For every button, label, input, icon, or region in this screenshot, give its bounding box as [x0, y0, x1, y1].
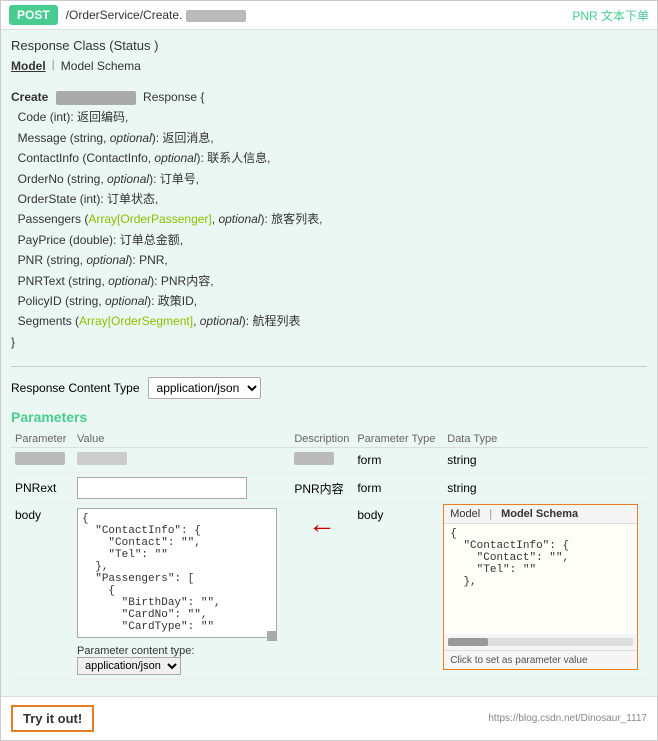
- create-label: Create: [11, 90, 48, 104]
- schema-code: { "ContactInfo": { "Contact": "", "Tel":…: [450, 528, 631, 588]
- tab-model-schema[interactable]: Model Schema: [61, 57, 141, 75]
- data-type-1: string: [443, 448, 647, 473]
- model-tabs: Model | Model Schema: [11, 57, 647, 75]
- field-pnr: PNR (string, optional): PNR,: [18, 253, 168, 267]
- param-content-type-select[interactable]: application/json: [77, 657, 181, 675]
- click-to-set-label[interactable]: Click to set as parameter value: [450, 655, 587, 666]
- param-name-pnrtext: PNRext: [11, 473, 73, 504]
- param-type-1: form: [353, 448, 443, 473]
- content-type-label: Response Content Type: [11, 381, 140, 395]
- col-value: Value: [73, 431, 290, 448]
- field-payprice: PayPrice (double): 订单总金额,: [18, 233, 183, 247]
- field-message: Message (string, optional): 返回消息,: [18, 131, 214, 145]
- col-data-type: Data Type: [443, 431, 647, 448]
- arrow-cell: ←: [290, 504, 353, 680]
- path-blur: [186, 10, 246, 22]
- field-orderstate: OrderState (int): 订单状态,: [18, 192, 159, 206]
- main-content: Response Class (Status ) Model | Model S…: [1, 30, 657, 696]
- col-description: Description: [290, 431, 353, 448]
- body-code-editor-wrap: { "ContactInfo": { "Contact": "", "Tel":…: [77, 508, 277, 641]
- schema-tab-sep: |: [489, 508, 492, 520]
- field-policyid: PolicyID (string, optional): 政策ID,: [18, 294, 197, 308]
- endpoint-path: /OrderService/Create.: [66, 8, 565, 22]
- field-segments: Segments (Array[OrderSegment], optional)…: [18, 314, 301, 328]
- field-contactinfo: ContactInfo (ContactInfo, optional): 联系人…: [18, 151, 271, 165]
- header-bar: POST /OrderService/Create. PNR 文本下单: [1, 1, 657, 30]
- pnr-label: PNR 文本下单: [572, 7, 649, 24]
- schema-tab-model-schema[interactable]: Model Schema: [501, 508, 578, 520]
- try-it-out-button[interactable]: Try it out!: [11, 705, 94, 732]
- data-type-pnrtext: string: [443, 473, 647, 504]
- editor-resize-handle[interactable]: [267, 631, 277, 641]
- param-desc-pnrtext: PNR内容: [290, 473, 353, 504]
- param-value-blur-1: [77, 452, 127, 465]
- field-code: Code (int): 返回编码,: [18, 110, 129, 124]
- params-table: Parameter Value Description Parameter Ty…: [11, 431, 647, 680]
- schema-scrollbar-h[interactable]: [448, 638, 633, 646]
- pnrtext-input[interactable]: [77, 477, 247, 499]
- body-code-editor[interactable]: { "ContactInfo": { "Contact": "", "Tel":…: [77, 508, 277, 638]
- field-pnrtext: PNRText (string, optional): PNR内容,: [18, 274, 214, 288]
- body-row: body { "ContactInfo": { "Contact": "", "…: [11, 504, 647, 680]
- param-content-type-label: Parameter content type:: [77, 645, 194, 657]
- content-type-row: Response Content Type application/json t…: [11, 377, 647, 399]
- param-content-type: Parameter content type: application/json: [77, 645, 286, 675]
- tab-separator: |: [52, 57, 55, 75]
- create-blur: [56, 91, 136, 105]
- divider-1: [11, 366, 647, 367]
- col-param-type: Parameter Type: [353, 431, 443, 448]
- content-type-select[interactable]: application/json text/xml: [148, 377, 261, 399]
- body-label: body: [11, 504, 73, 680]
- table-row: PNRext PNR内容 form string: [11, 473, 647, 504]
- http-method-badge: POST: [9, 5, 58, 25]
- footer-bar: Try it out! https://blog.csdn.net/Dinosa…: [1, 696, 657, 740]
- table-row: form string: [11, 448, 647, 473]
- params-section-title: Parameters: [11, 409, 647, 425]
- field-passengers: Passengers (Array[OrderPassenger], optio…: [18, 212, 323, 226]
- col-parameter: Parameter: [11, 431, 73, 448]
- field-orderno: OrderNo (string, optional): 订单号,: [18, 172, 199, 186]
- model-schema-cell: Model | Model Schema { "ContactInfo": { …: [443, 504, 647, 680]
- close-brace: }: [11, 335, 15, 349]
- model-schema-content: { "ContactInfo": { "Contact": "", "Tel":…: [444, 524, 637, 634]
- response-class-title: Response Class (Status ): [11, 38, 647, 53]
- model-schema-header: Model | Model Schema: [444, 505, 637, 524]
- param-name-blur-1: [15, 452, 65, 465]
- response-class-box: Create Response { Code (int): 返回编码, Mess…: [11, 83, 647, 356]
- schema-scrollbar-thumb: [448, 638, 488, 646]
- model-schema-footer: Click to set as parameter value: [444, 650, 637, 669]
- param-desc-blur-1: [294, 452, 334, 465]
- schema-scrollbar-row: [444, 634, 637, 650]
- param-type-pnrtext: form: [353, 473, 443, 504]
- model-schema-box: Model | Model Schema { "ContactInfo": { …: [443, 504, 638, 670]
- schema-tab-model[interactable]: Model: [450, 508, 480, 520]
- tab-model[interactable]: Model: [11, 57, 46, 75]
- red-arrow-icon: ←: [308, 508, 336, 540]
- watermark: https://blog.csdn.net/Dinosaur_1117: [488, 713, 647, 724]
- response-text: Response {: [143, 90, 204, 104]
- body-param-type: body: [353, 504, 443, 680]
